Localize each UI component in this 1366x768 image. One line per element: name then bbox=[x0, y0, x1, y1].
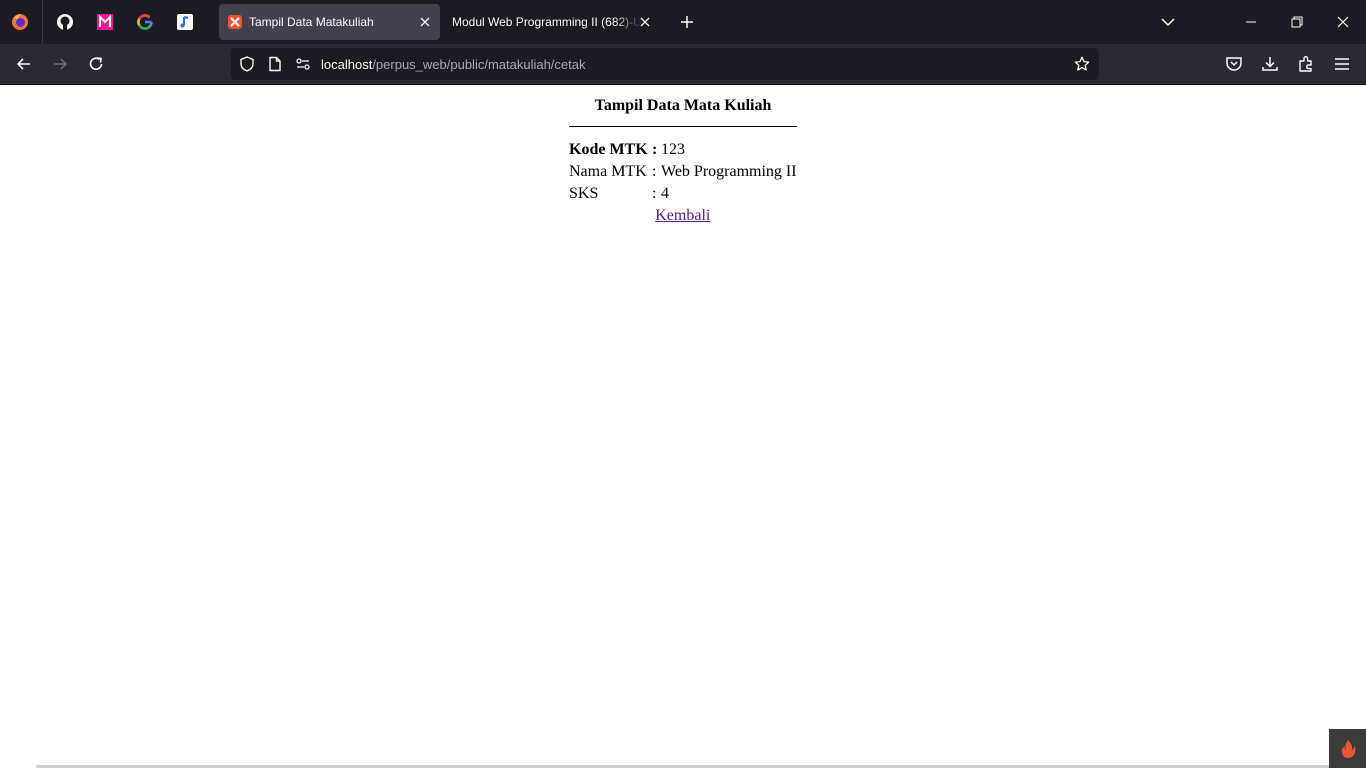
row-label: Kode MTK bbox=[569, 141, 648, 158]
tab-title: Tampil Data Matakuliah bbox=[249, 15, 374, 29]
gmail-icon[interactable] bbox=[94, 11, 116, 33]
tab-strip: Tampil Data Matakuliah Modul Web Program… bbox=[0, 0, 1366, 44]
menu-icon[interactable] bbox=[1332, 54, 1352, 74]
url-path: /perpus_web/public/matakuliah/cetak bbox=[372, 57, 586, 72]
row-value: 4 bbox=[661, 185, 669, 202]
row-label: SKS bbox=[569, 185, 599, 202]
tab-title: Modul Web Programming II (682)-U bbox=[452, 15, 642, 29]
url-text[interactable]: localhost/perpus_web/public/matakuliah/c… bbox=[321, 57, 586, 72]
close-tab-icon[interactable] bbox=[418, 15, 432, 29]
tab-modul-web-programming[interactable]: Modul Web Programming II (682)-U bbox=[442, 4, 660, 40]
restore-icon[interactable] bbox=[1286, 11, 1308, 33]
new-tab-icon[interactable] bbox=[676, 11, 698, 33]
tab-tampil-data-matakuliah[interactable]: Tampil Data Matakuliah bbox=[219, 4, 440, 40]
github-icon[interactable] bbox=[54, 11, 76, 33]
codeigniter-debug-icon[interactable] bbox=[1329, 729, 1366, 768]
page-content: Tampil Data Mata Kuliah Kode MTK : 123 N… bbox=[0, 85, 1366, 768]
downloads-icon[interactable] bbox=[1260, 54, 1280, 74]
detail-table: Kode MTK : 123 Nama MTK : Web Programmin… bbox=[569, 139, 797, 227]
row-value: 123 bbox=[661, 139, 797, 161]
tab-divider bbox=[42, 0, 43, 44]
row-separator: : bbox=[652, 185, 657, 202]
minimize-icon[interactable] bbox=[1240, 11, 1262, 33]
close-window-icon[interactable] bbox=[1332, 11, 1354, 33]
table-row-nama-mtk: Nama MTK : Web Programming II bbox=[569, 161, 797, 183]
navigation-toolbar: localhost/perpus_web/public/matakuliah/c… bbox=[0, 44, 1366, 85]
url-host: localhost bbox=[321, 57, 373, 72]
reload-icon[interactable] bbox=[85, 53, 107, 75]
xampp-icon bbox=[228, 15, 242, 29]
pocket-icon[interactable] bbox=[1224, 54, 1244, 74]
url-bar[interactable]: localhost/perpus_web/public/matakuliah/c… bbox=[231, 48, 1099, 80]
table-row-kode-mtk: Kode MTK : 123 bbox=[569, 139, 797, 161]
close-tab-icon[interactable] bbox=[638, 15, 652, 29]
page-icon[interactable] bbox=[267, 56, 283, 72]
table-row-actions: Kembali bbox=[569, 205, 797, 227]
google-icon[interactable] bbox=[134, 11, 156, 33]
row-separator: : bbox=[652, 141, 658, 158]
row-separator: : bbox=[652, 163, 657, 180]
actions-cell: Kembali bbox=[569, 205, 797, 227]
firefox-icon[interactable] bbox=[9, 11, 31, 33]
kembali-link[interactable]: Kembali bbox=[655, 207, 710, 224]
list-all-tabs-icon[interactable] bbox=[1157, 11, 1179, 33]
back-arrow-icon[interactable] bbox=[13, 53, 35, 75]
extensions-icon[interactable] bbox=[1296, 54, 1316, 74]
permissions-icon[interactable] bbox=[295, 56, 311, 72]
title-divider bbox=[569, 126, 797, 127]
page-title: Tampil Data Mata Kuliah bbox=[594, 97, 772, 114]
kode-mtk-value: 123 bbox=[661, 141, 685, 158]
forward-arrow-icon[interactable] bbox=[49, 53, 71, 75]
shield-icon[interactable] bbox=[239, 56, 255, 72]
music-icon[interactable] bbox=[174, 11, 196, 33]
row-value: Web Programming II bbox=[661, 163, 797, 180]
bookmark-star-icon[interactable] bbox=[1074, 56, 1090, 72]
table-row-sks: SKS : 4 bbox=[569, 183, 797, 205]
row-label: Nama MTK bbox=[569, 163, 647, 180]
